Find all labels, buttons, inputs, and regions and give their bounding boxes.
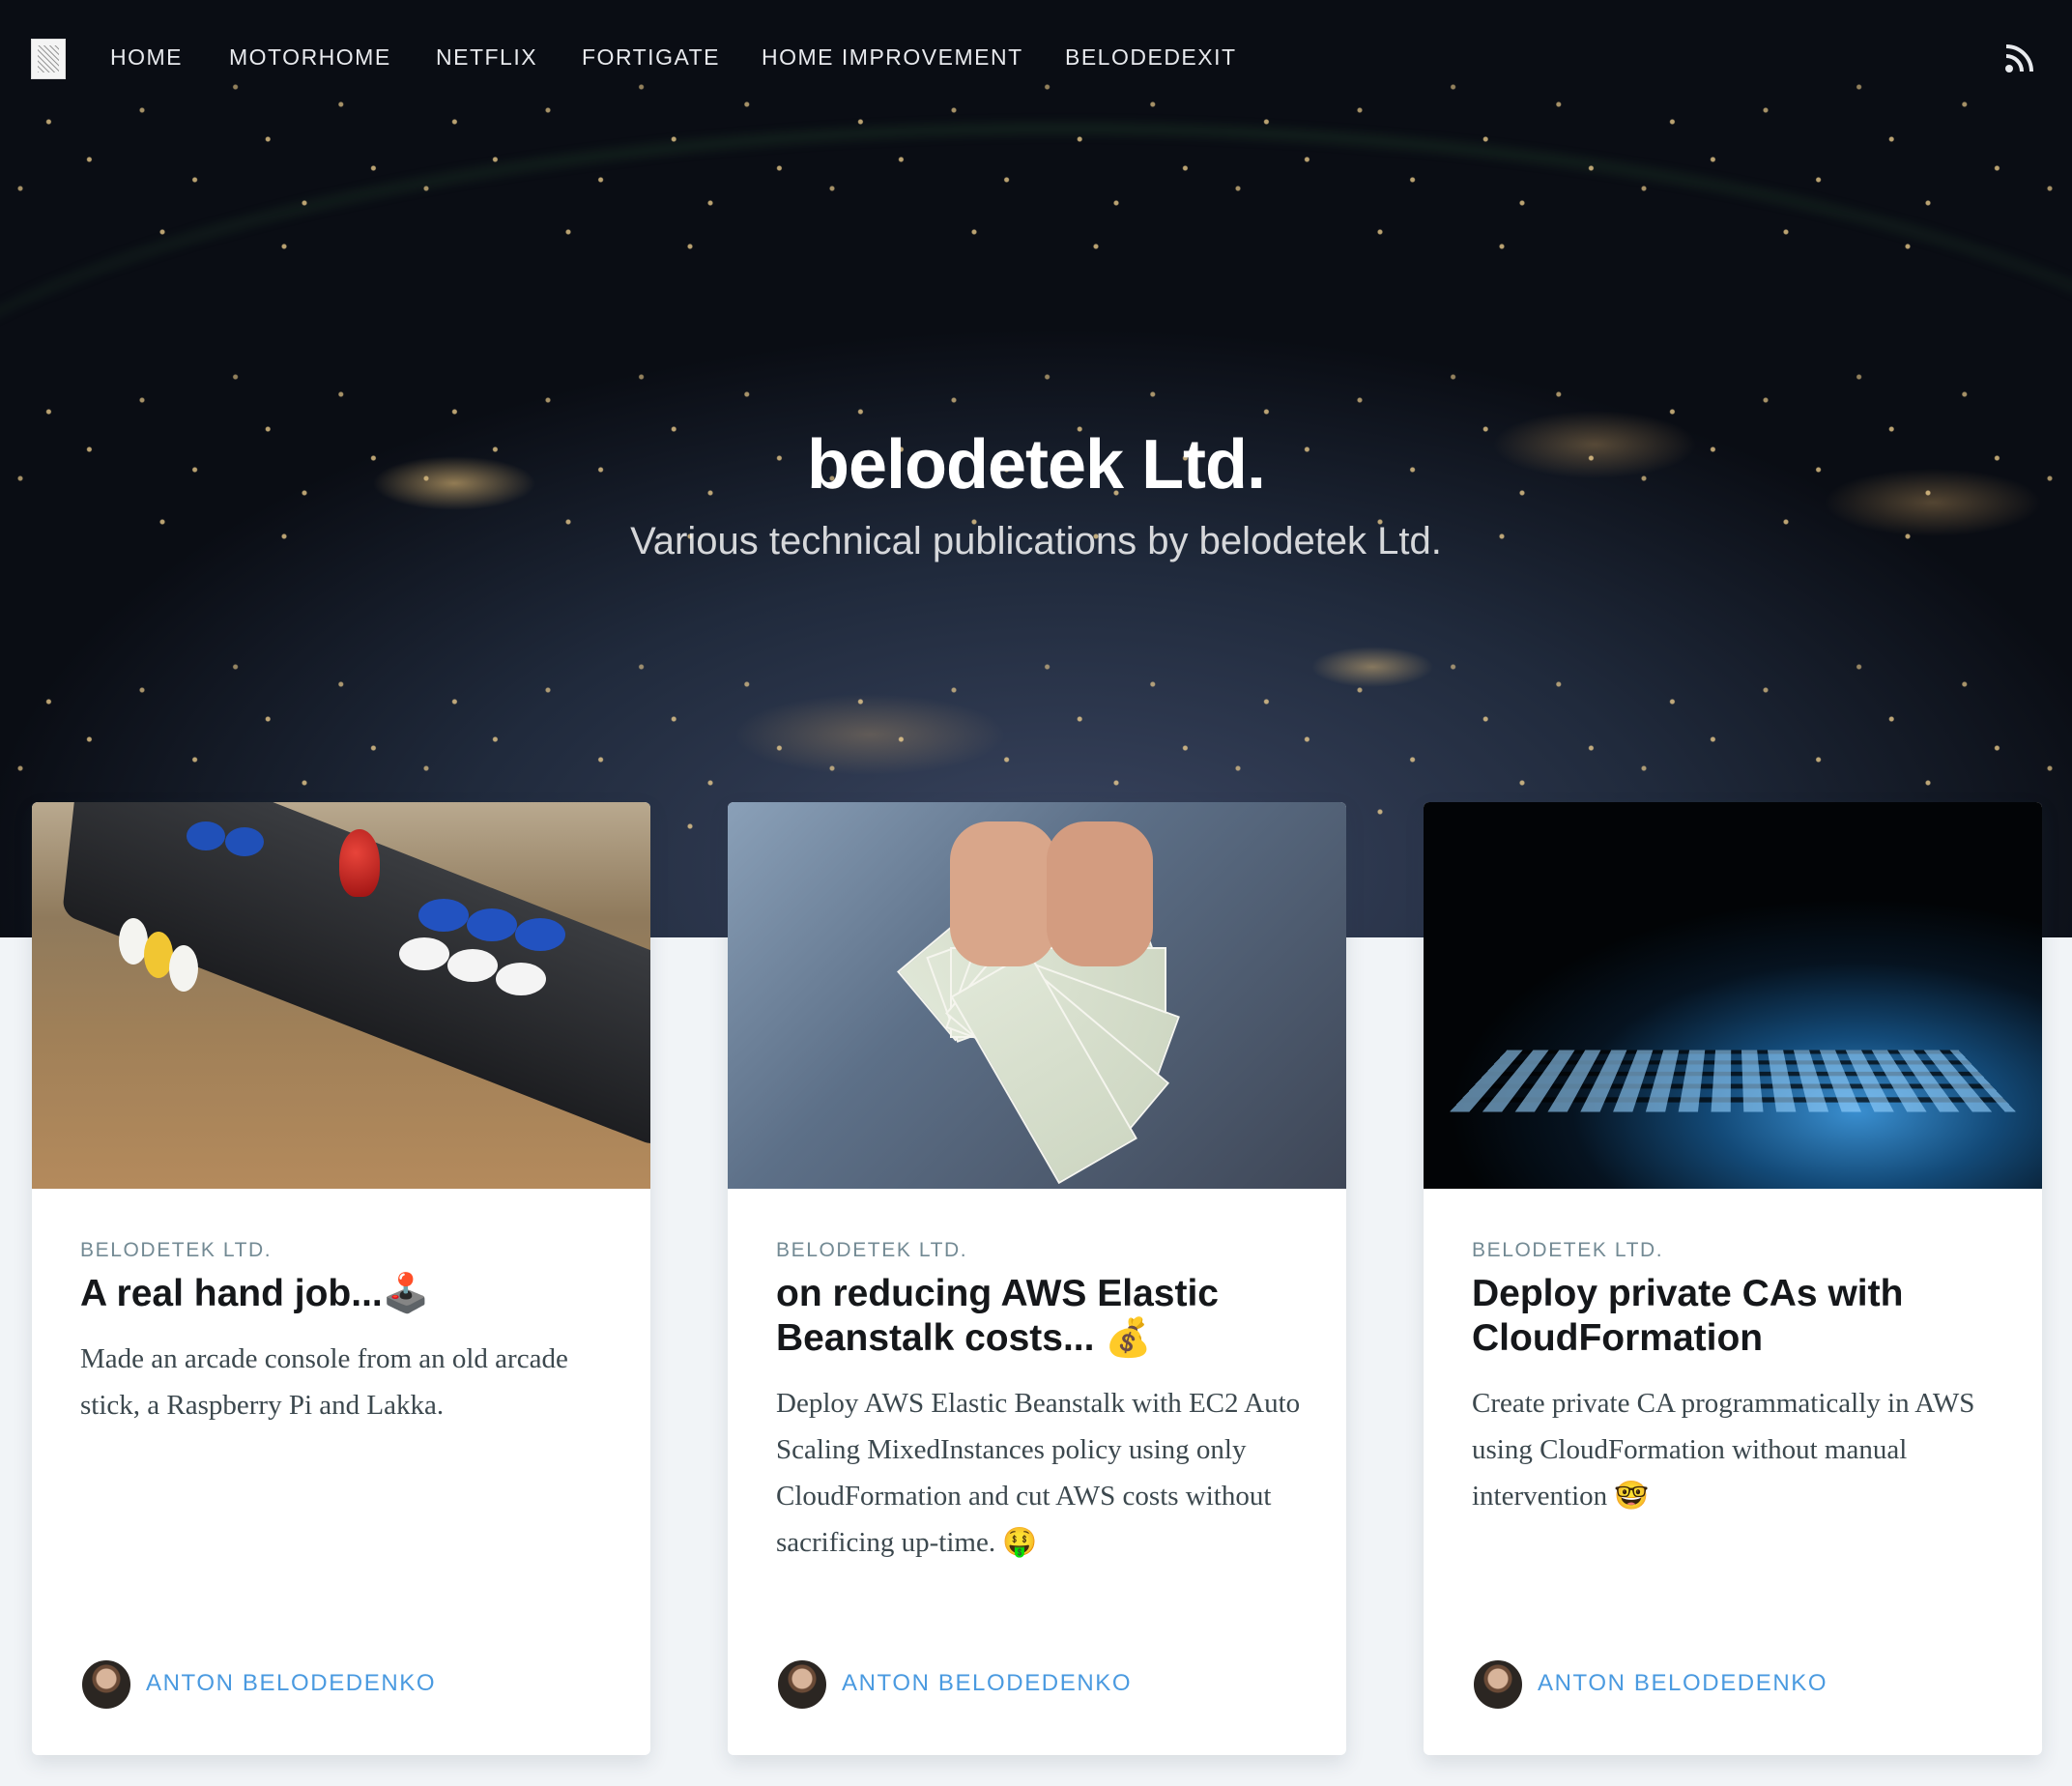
top-navigation: HOME MOTORHOME NETFLIX FORTIGATE HOME IM… bbox=[0, 0, 2072, 116]
site-title: belodetek Ltd. bbox=[806, 426, 1266, 504]
hand bbox=[1047, 821, 1153, 966]
site-description: Various technical publications by belode… bbox=[630, 520, 1442, 562]
arcade-button bbox=[169, 945, 198, 992]
post-tag[interactable]: BELODETEK LTD. bbox=[1472, 1239, 1663, 1262]
arcade-button bbox=[418, 899, 469, 932]
post-image-money[interactable] bbox=[728, 802, 1346, 1189]
post-card[interactable]: BELODETEK LTD. A real hand job...🕹️ Made… bbox=[32, 802, 650, 1755]
post-excerpt[interactable]: Deploy AWS Elastic Beanstalk with EC2 Au… bbox=[776, 1380, 1317, 1566]
avatar[interactable] bbox=[1472, 1658, 1524, 1711]
nav-item-home[interactable]: HOME bbox=[110, 44, 183, 71]
post-tag[interactable]: BELODETEK LTD. bbox=[80, 1239, 272, 1262]
author-name[interactable]: ANTON BELODEDENKO bbox=[842, 1670, 1132, 1697]
post-card[interactable]: BELODETEK LTD. Deploy private CAs with C… bbox=[1424, 802, 2042, 1755]
nav-item-belodedexit[interactable]: BELODEDEXIT bbox=[1065, 44, 1237, 71]
post-card[interactable]: BELODETEK LTD. on reducing AWS Elastic B… bbox=[728, 802, 1346, 1755]
author-name[interactable]: ANTON BELODEDENKO bbox=[1538, 1670, 1827, 1697]
post-title[interactable]: Deploy private CAs with CloudFormation bbox=[1472, 1272, 2013, 1361]
arcade-button bbox=[496, 963, 546, 995]
post-excerpt[interactable]: Create private CA programmatically in AW… bbox=[1472, 1380, 2013, 1519]
author-name[interactable]: ANTON BELODEDENKO bbox=[146, 1670, 436, 1697]
hand bbox=[950, 821, 1056, 966]
nav-item-motorhome[interactable]: MOTORHOME bbox=[229, 44, 391, 71]
arcade-button bbox=[399, 937, 449, 970]
arcade-button bbox=[467, 908, 517, 941]
arcade-button bbox=[515, 918, 565, 951]
post-excerpt[interactable]: Made an arcade console from an old arcad… bbox=[80, 1336, 621, 1428]
post-title[interactable]: A real hand job...🕹️ bbox=[80, 1272, 621, 1316]
joystick-ball bbox=[339, 829, 380, 897]
avatar[interactable] bbox=[80, 1658, 132, 1711]
rss-icon[interactable] bbox=[2004, 43, 2035, 73]
arcade-button bbox=[447, 949, 498, 982]
post-tag[interactable]: BELODETEK LTD. bbox=[776, 1239, 967, 1262]
post-image-arcade-stick[interactable] bbox=[32, 802, 650, 1189]
nav-item-home-improvement[interactable]: HOME IMPROVEMENT bbox=[762, 44, 1023, 71]
post-title[interactable]: on reducing AWS Elastic Beanstalk costs.… bbox=[776, 1272, 1317, 1361]
arcade-button bbox=[225, 827, 264, 856]
nav-item-netflix[interactable]: NETFLIX bbox=[436, 44, 537, 71]
post-image-keyboard[interactable] bbox=[1424, 802, 2042, 1189]
keyboard-keys bbox=[1449, 1050, 2017, 1112]
nav-item-fortigate[interactable]: FORTIGATE bbox=[582, 44, 720, 71]
site-logo[interactable] bbox=[31, 39, 66, 79]
avatar[interactable] bbox=[776, 1658, 828, 1711]
arcade-button bbox=[187, 821, 225, 850]
